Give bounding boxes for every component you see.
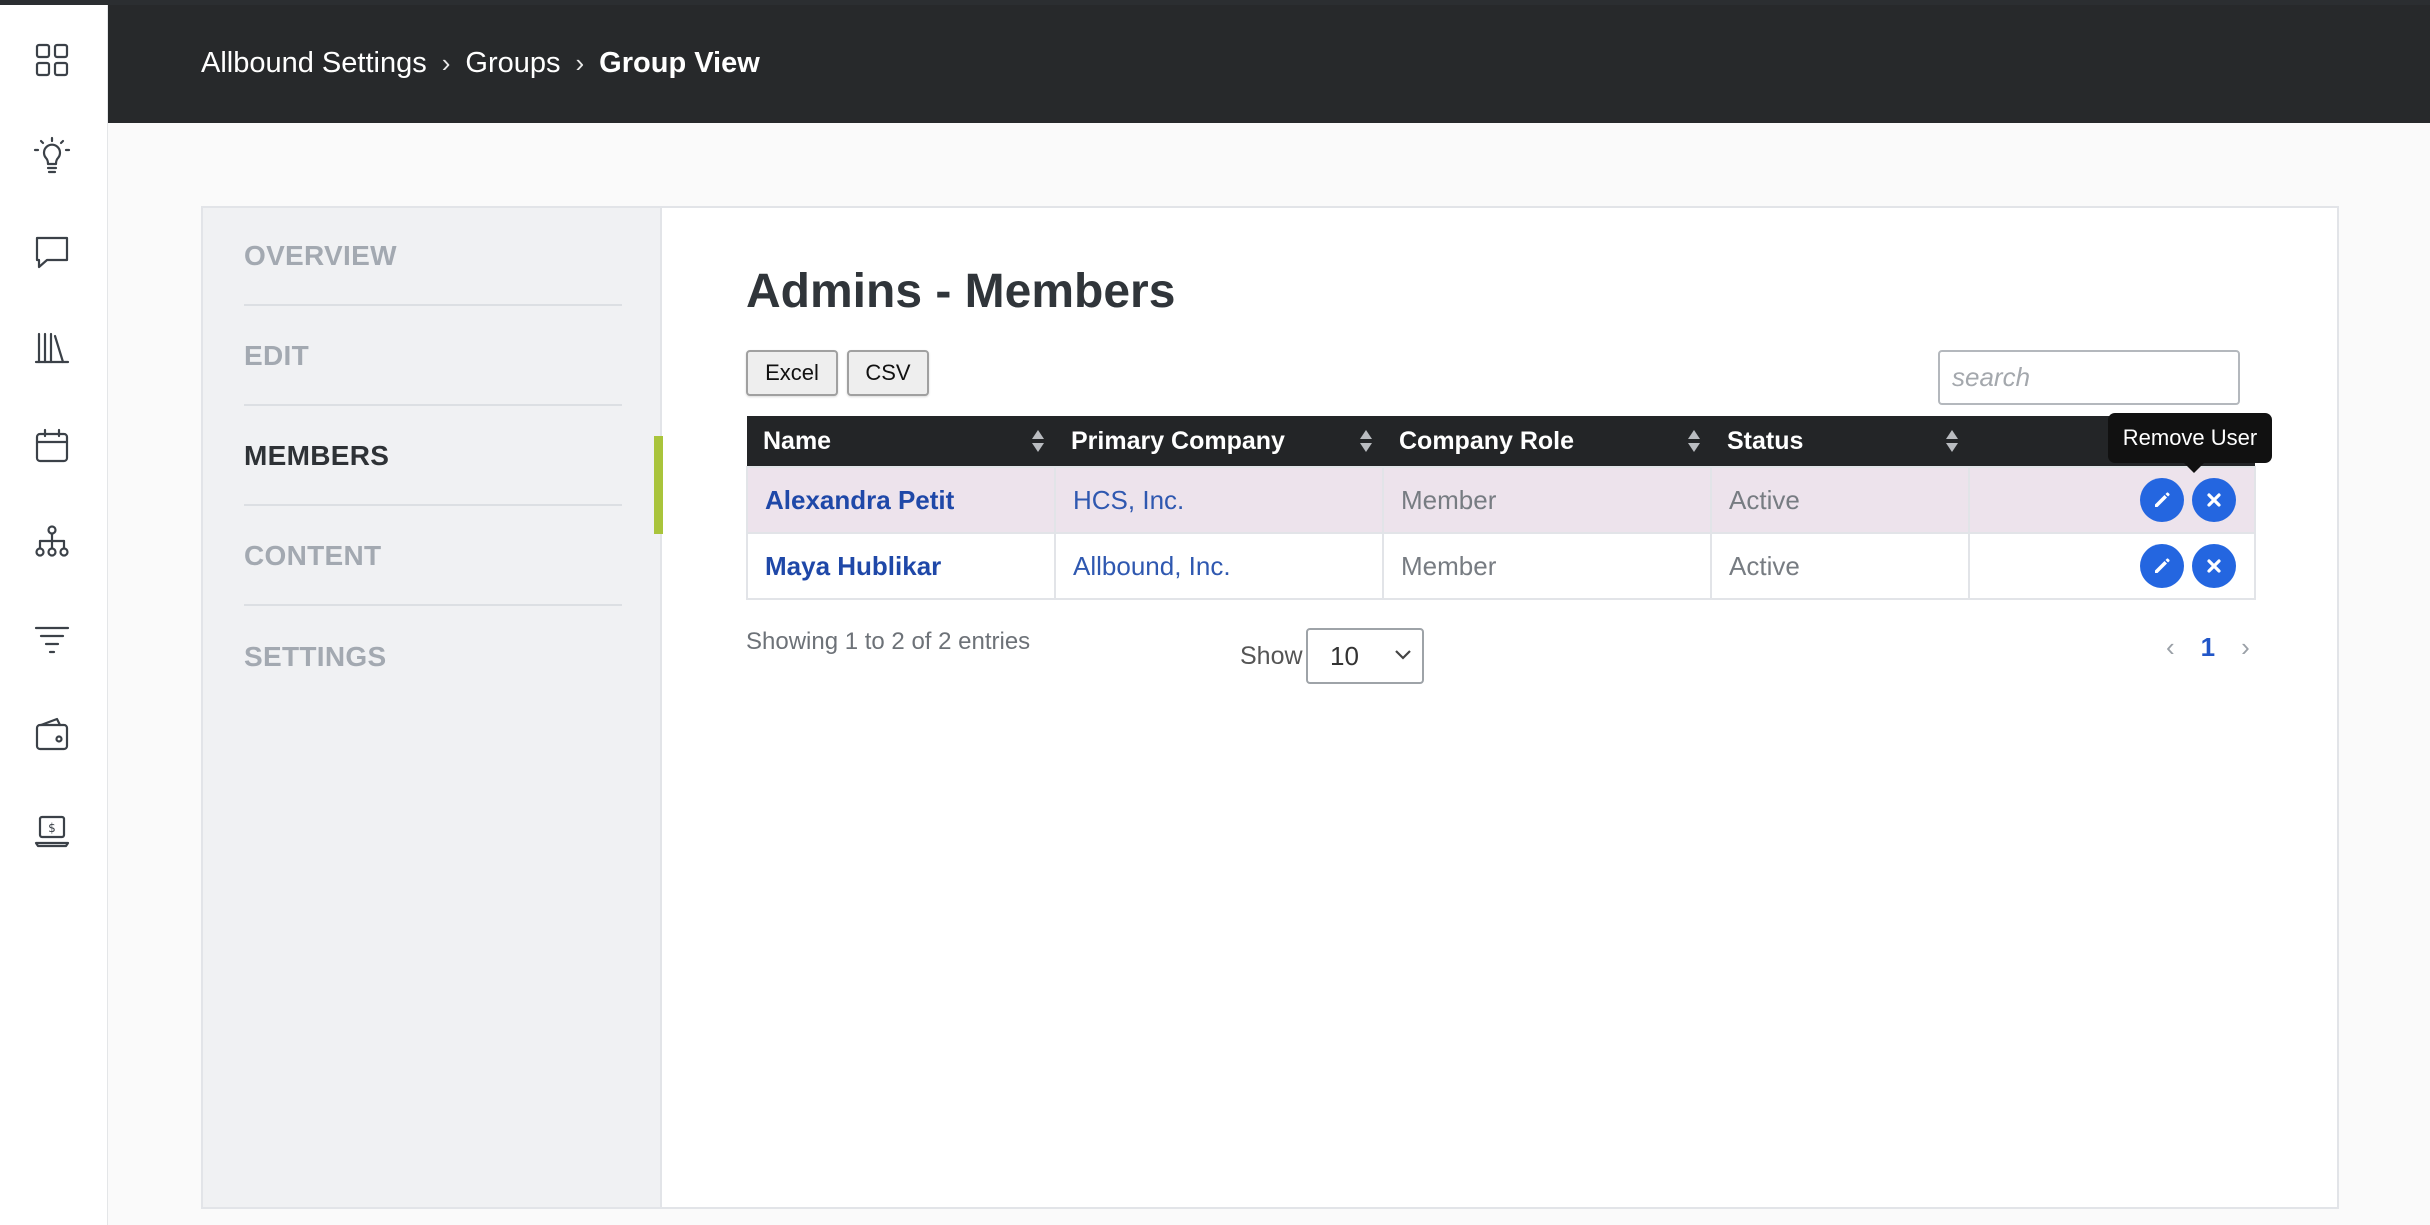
breadcrumb-groups-link[interactable]: Groups [465, 47, 560, 80]
close-icon [2207, 559, 2221, 573]
page-size-value: 10 [1330, 640, 1359, 671]
pagination: ‹ 1 › [2166, 632, 2250, 663]
prev-page-button[interactable]: ‹ [2166, 632, 2175, 663]
chevron-down-icon [1395, 650, 1411, 660]
column-header-name[interactable]: Name [747, 416, 1055, 467]
sidenav-item-content[interactable]: CONTENT [244, 508, 622, 606]
page-title: Admins - Members [746, 265, 1176, 318]
pencil-icon [2155, 558, 2170, 573]
members-table: Name Primary Company Company Role Status… [746, 416, 2256, 600]
breadcrumb-current: Group View [599, 47, 760, 79]
close-icon [2207, 493, 2221, 507]
library-icon[interactable] [32, 328, 72, 368]
pencil-icon [2155, 492, 2170, 507]
export-excel-button[interactable]: Excel [746, 350, 838, 396]
column-header-label: Company Role [1399, 426, 1575, 455]
column-header-status[interactable]: Status [1711, 416, 1969, 467]
sort-icon [1946, 430, 1958, 452]
member-company-link[interactable]: Allbound, Inc. [1054, 532, 1384, 600]
calendar-icon[interactable] [32, 426, 72, 466]
remove-user-tooltip: Remove User [2108, 413, 2272, 473]
sidenav-item-overview[interactable]: OVERVIEW [244, 208, 622, 306]
next-page-button[interactable]: › [2241, 632, 2250, 663]
search-input[interactable] [1938, 350, 2240, 405]
remove-user-button[interactable] [2192, 544, 2236, 588]
group-sidenav: OVERVIEW EDIT MEMBERS CONTENT SETTINGS [203, 208, 662, 1207]
org-chart-icon[interactable] [32, 522, 72, 562]
lightbulb-icon[interactable] [32, 136, 72, 176]
table-header-row: Name Primary Company Company Role Status [747, 416, 2255, 467]
column-header-label: Status [1727, 426, 1804, 455]
sidenav-item-settings[interactable]: SETTINGS [244, 608, 622, 706]
edit-user-button[interactable] [2140, 478, 2184, 522]
page-number-button[interactable]: 1 [2201, 632, 2215, 663]
table-row: Maya Hublikar Allbound, Inc. Member Acti… [746, 532, 2256, 600]
filter-icon[interactable] [32, 619, 72, 659]
svg-text:$: $ [48, 821, 56, 835]
column-header-label: Name [763, 426, 832, 455]
sort-icon [1360, 430, 1372, 452]
icon-rail: $ [0, 5, 108, 1225]
page-size-label: Show [1240, 642, 1303, 670]
table-row: Alexandra Petit HCS, Inc. Member Active [746, 466, 2256, 534]
dashboard-icon[interactable] [32, 40, 72, 80]
top-header: Allbound Settings › Groups › Group View [108, 5, 2430, 123]
sort-icon [1032, 430, 1044, 452]
sort-icon [1688, 430, 1700, 452]
column-header-company[interactable]: Primary Company [1055, 416, 1383, 467]
laptop-dollar-icon[interactable]: $ [32, 811, 72, 851]
sidenav-item-edit[interactable]: EDIT [244, 308, 622, 406]
member-name-link[interactable]: Alexandra Petit [746, 466, 1056, 534]
breadcrumb-separator: › [575, 48, 585, 78]
row-actions [1968, 532, 2256, 600]
wallet-icon[interactable] [32, 715, 72, 755]
members-panel: Admins - Members Excel CSV Name Primary … [662, 208, 2337, 1207]
breadcrumb-separator: › [441, 48, 451, 78]
breadcrumb: Allbound Settings › Groups › Group View [201, 47, 760, 80]
column-header-role[interactable]: Company Role [1383, 416, 1711, 467]
table-info: Showing 1 to 2 of 2 entries [746, 628, 1031, 655]
row-actions [1968, 466, 2256, 534]
column-header-label: Primary Company [1071, 426, 1285, 455]
edit-user-button[interactable] [2140, 544, 2184, 588]
member-status: Active [1710, 466, 1970, 534]
member-name-link[interactable]: Maya Hublikar [746, 532, 1056, 600]
member-company-link[interactable]: HCS, Inc. [1054, 466, 1384, 534]
remove-user-button[interactable] [2192, 478, 2236, 522]
page-size-select[interactable]: 10 [1306, 628, 1424, 684]
group-card: OVERVIEW EDIT MEMBERS CONTENT SETTINGS A… [201, 206, 2339, 1209]
member-status: Active [1710, 532, 1970, 600]
member-role: Member [1382, 466, 1712, 534]
member-role: Member [1382, 532, 1712, 600]
chat-icon[interactable] [32, 232, 72, 272]
breadcrumb-settings-link[interactable]: Allbound Settings [201, 47, 427, 80]
export-csv-button[interactable]: CSV [847, 350, 929, 396]
sidenav-item-members[interactable]: MEMBERS [244, 408, 622, 506]
